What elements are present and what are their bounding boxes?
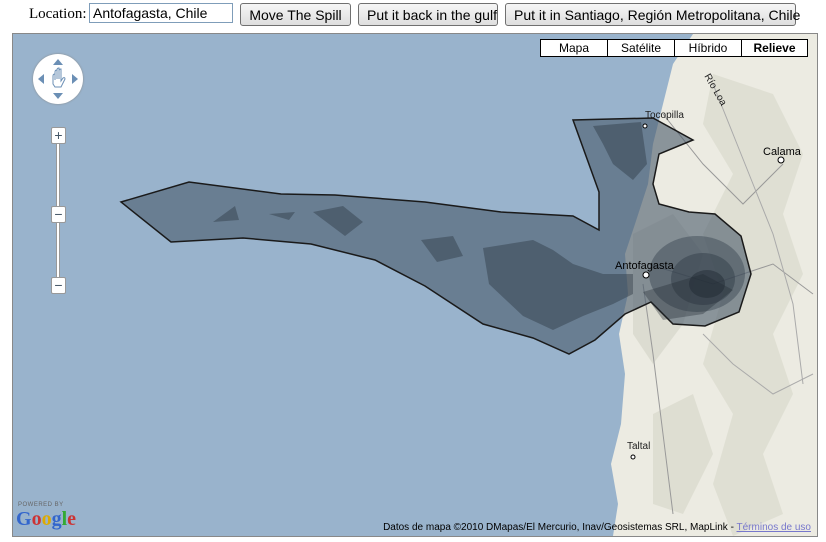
place-calama: Calama [763, 146, 801, 158]
terms-of-use-link[interactable]: Términos de uso [737, 522, 811, 533]
maptype-hibrido[interactable]: Híbrido [674, 39, 742, 57]
zoom-in-button[interactable]: + [51, 127, 66, 144]
place-tocopilla: Tocopilla [645, 110, 684, 121]
map-attribution: Datos de mapa ©2010 DMapas/El Mercurio, … [383, 522, 811, 533]
attribution-text: Datos de mapa ©2010 DMapas/El Mercurio, … [383, 522, 737, 533]
place-antofagasta: Antofagasta [615, 260, 674, 272]
google-logo[interactable]: Google [16, 508, 76, 531]
back-in-gulf-button[interactable]: Put it back in the gulf [358, 3, 498, 26]
location-input[interactable] [89, 3, 233, 23]
toolbar: Location: Move The Spill Put it back in … [0, 0, 826, 30]
zoom-out-button[interactable]: − [51, 277, 66, 294]
map-canvas[interactable]: Mapa Satélite Híbrido Relieve Tocopilla … [12, 33, 818, 537]
map-terrain [13, 34, 817, 536]
zoom-slider-handle[interactable]: − [51, 206, 66, 223]
maptype-relieve[interactable]: Relieve [741, 39, 808, 57]
maptype-satelite[interactable]: Satélite [607, 39, 675, 57]
pan-control[interactable] [33, 54, 83, 104]
move-spill-button[interactable]: Move The Spill [240, 3, 351, 26]
put-in-santiago-button[interactable]: Put it in Santiago, Región Metropolitana… [505, 3, 800, 26]
maptype-mapa[interactable]: Mapa [540, 39, 608, 57]
location-label: Location: [29, 6, 87, 22]
hand-icon [38, 59, 78, 99]
place-taltal: Taltal [627, 441, 651, 452]
